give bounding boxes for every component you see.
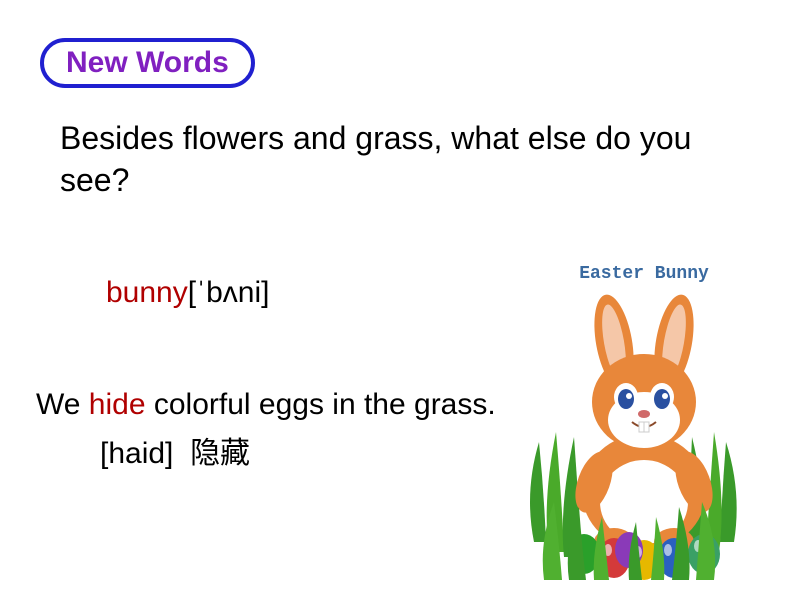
question-text: Besides flowers and grass, what else do … [60,118,734,201]
vocab-hide-sentence: We hide colorful eggs in the grass. [36,388,496,422]
hide-word: hide [89,388,146,421]
bunny-phonetic: [ˈbʌni] [188,276,270,309]
hide-translation: 隐藏 [190,437,250,470]
hide-prefix: We [36,388,89,421]
new-words-badge: New Words [40,38,255,88]
badge-text: New Words [66,46,229,79]
hide-suffix: colorful eggs in the grass. [146,388,496,421]
bunny-word: bunny [106,276,188,309]
hide-phonetic-line: [haid] 隐藏 [100,428,250,472]
hide-phonetic: [haid] [100,437,173,470]
vocab-bunny: bunny[ˈbʌni] [106,276,269,310]
bunny-svg [514,292,774,580]
bunny-nose [638,410,650,418]
bunny-image-title: Easter Bunny [579,264,709,284]
easter-bunny-illustration: Easter Bunny [514,260,774,580]
